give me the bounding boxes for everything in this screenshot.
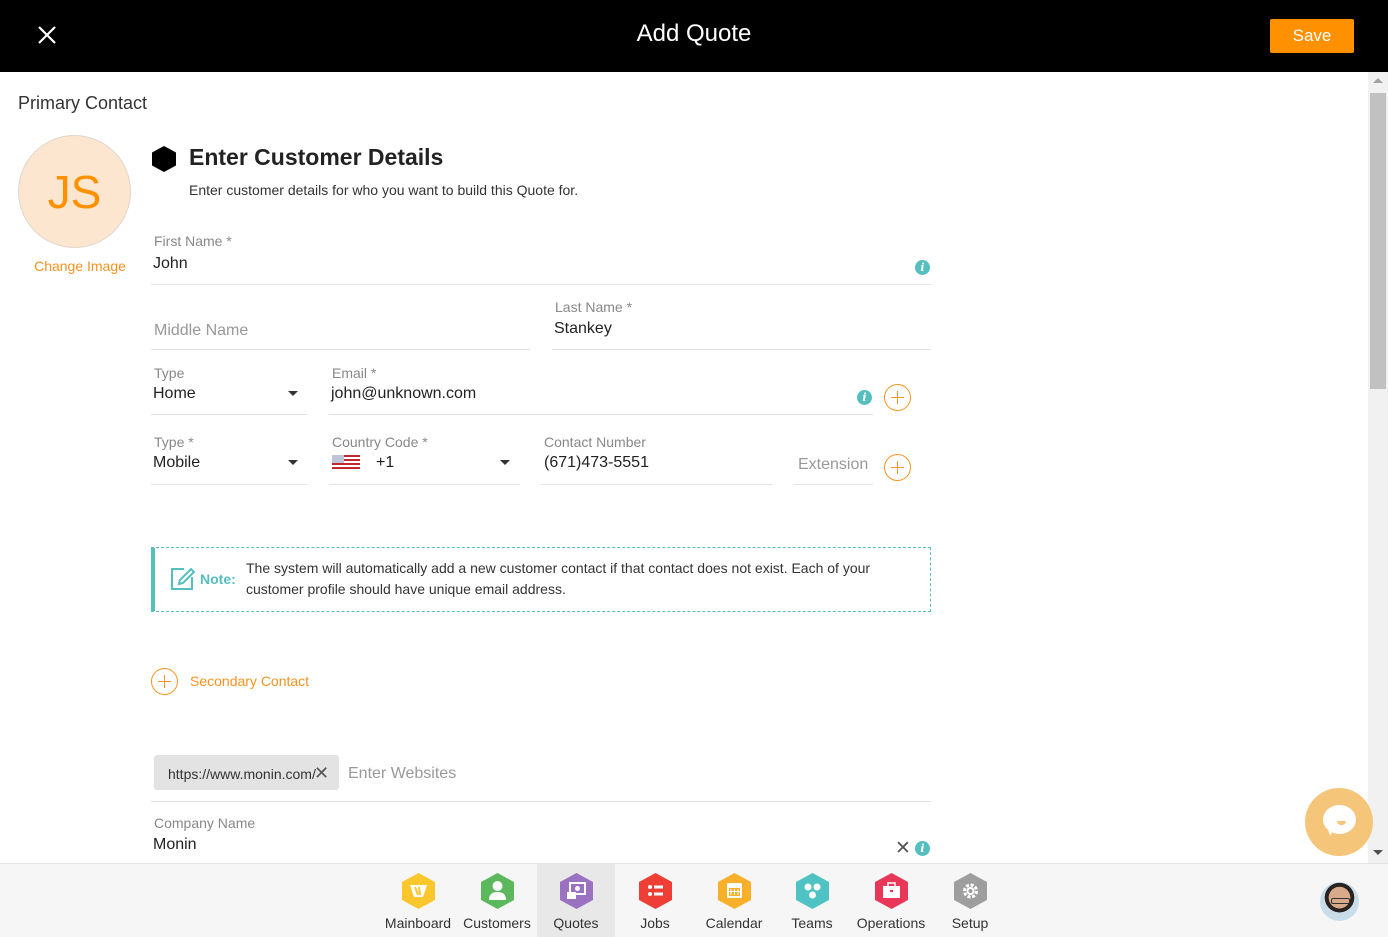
country-code-select[interactable]: Country Code * +1 — [329, 434, 520, 485]
email-type-label: Type — [154, 365, 185, 381]
contact-number-value[interactable]: (671)473-5551 — [544, 454, 649, 472]
first-name-field[interactable]: First Name * John i — [151, 232, 931, 285]
nav-calendar[interactable]: Calendar — [695, 864, 773, 937]
info-icon[interactable]: i — [857, 390, 872, 405]
chevron-down-icon — [288, 391, 298, 396]
company-name-value[interactable]: Monin — [153, 836, 197, 854]
note-text: The system will automatically add a new … — [246, 560, 871, 597]
top-bar: Add Quote Save — [0, 0, 1388, 72]
scroll-down-arrow[interactable] — [1373, 850, 1383, 855]
form-heading: Enter Customer Details — [189, 144, 444, 170]
customers-icon — [481, 873, 514, 909]
email-value[interactable]: john@unknown.com — [331, 385, 476, 403]
save-button[interactable]: Save — [1270, 19, 1354, 53]
last-name-label: Last Name * — [555, 299, 633, 315]
website-chip-text: https://www.monin.com/ — [168, 766, 316, 782]
avatar-initials: JS — [47, 165, 102, 218]
info-icon[interactable]: i — [915, 841, 930, 856]
calendar-icon — [718, 873, 751, 909]
add-email-button[interactable] — [884, 384, 911, 411]
middle-name-field[interactable]: Middle Name — [151, 302, 530, 350]
nav-label: Setup — [951, 915, 989, 931]
company-name-field[interactable]: Company Name Monin ✕ i — [151, 813, 931, 863]
extension-placeholder: Extension — [798, 456, 869, 473]
email-type-select[interactable]: Type Home — [151, 364, 307, 415]
nav-mainboard[interactable]: Mainboard — [379, 864, 457, 937]
contact-number-field[interactable]: Contact Number (671)473-5551 — [541, 434, 772, 485]
contact-number-label: Contact Number — [544, 434, 646, 450]
nav-customers[interactable]: Customers — [458, 864, 536, 937]
clear-icon[interactable]: ✕ — [895, 837, 911, 860]
jobs-icon — [639, 873, 672, 909]
phone-type-label: Type * — [154, 434, 194, 450]
hexagon-icon — [152, 146, 176, 172]
websites-placeholder[interactable]: Enter Websites — [348, 765, 456, 783]
mainboard-icon — [402, 873, 435, 909]
phone-type-value: Mobile — [153, 454, 201, 471]
email-label: Email * — [332, 365, 377, 381]
change-image-link[interactable]: Change Image — [18, 258, 142, 274]
scrollbar[interactable] — [1368, 72, 1388, 863]
plus-circle-icon — [151, 668, 178, 695]
nav-setup[interactable]: Setup — [931, 864, 1009, 937]
info-icon[interactable]: i — [915, 260, 930, 275]
section-title: Primary Contact — [18, 93, 148, 113]
chat-button[interactable] — [1305, 788, 1373, 856]
remove-chip-icon[interactable]: ✕ — [314, 763, 329, 784]
country-code-label: Country Code * — [332, 434, 428, 450]
phone-type-select[interactable]: Type * Mobile — [151, 434, 307, 485]
email-type-value: Home — [153, 385, 196, 402]
website-chip: https://www.monin.com/ ✕ — [154, 755, 339, 790]
form-subheading: Enter customer details for who you want … — [189, 182, 579, 198]
secondary-contact-label: Secondary Contact — [190, 673, 310, 689]
extension-field[interactable]: Extension — [794, 434, 873, 485]
user-avatar[interactable] — [1320, 882, 1359, 921]
bottom-nav: Mainboard Customers Quotes Jobs Calendar… — [0, 863, 1388, 937]
first-name-label: First Name * — [154, 233, 232, 249]
edit-note-icon — [171, 567, 196, 590]
nav-operations[interactable]: Operations — [852, 864, 930, 937]
nav-quotes[interactable]: Quotes — [537, 864, 615, 937]
form-content: Primary Contact JS Change Image Enter Cu… — [0, 72, 1368, 863]
setup-icon — [954, 873, 987, 909]
us-flag-icon — [332, 455, 360, 469]
middle-name-placeholder: Middle Name — [154, 322, 249, 339]
note-box: Note: The system will automatically add … — [151, 547, 931, 612]
nav-jobs[interactable]: Jobs — [616, 864, 694, 937]
scroll-up-arrow[interactable] — [1373, 78, 1383, 83]
company-name-label: Company Name — [154, 815, 256, 831]
websites-field[interactable]: https://www.monin.com/ ✕ Enter Websites — [151, 752, 931, 802]
page-title: Add Quote — [636, 20, 752, 47]
avatar: JS — [18, 135, 131, 248]
chevron-down-icon — [500, 460, 510, 465]
country-code-value: +1 — [376, 454, 395, 471]
nav-teams[interactable]: Teams — [773, 864, 851, 937]
add-phone-button[interactable] — [884, 454, 911, 481]
chat-icon — [1323, 805, 1356, 834]
chevron-down-icon — [288, 460, 298, 465]
first-name-value[interactable]: John — [153, 255, 188, 273]
note-label: Note: — [200, 571, 236, 587]
scroll-thumb[interactable] — [1370, 93, 1386, 389]
teams-icon — [796, 873, 829, 909]
operations-icon — [875, 873, 908, 909]
last-name-value[interactable]: Stankey — [554, 320, 612, 338]
last-name-field[interactable]: Last Name * Stankey — [552, 298, 931, 350]
email-field[interactable]: Email * john@unknown.com i — [329, 364, 873, 415]
quotes-icon — [560, 873, 593, 909]
